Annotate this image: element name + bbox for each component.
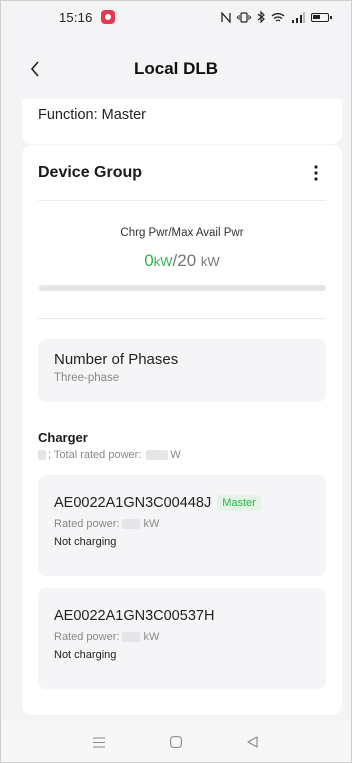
charger-serial-row: AE0022A1GN3C00537H — [54, 588, 310, 624]
power-summary: Chrg Pwr/Max Avail Pwr 0kW/20 kW — [38, 201, 326, 319]
redacted-total-power — [146, 450, 169, 460]
header: Local DLB — [1, 49, 351, 89]
back-button[interactable] — [23, 57, 47, 81]
current-power-unit: kW — [153, 254, 173, 269]
max-power-unit: kW — [200, 254, 220, 269]
charger-rated-power: Rated power: kW — [54, 631, 310, 643]
charger-item[interactable]: AE0022A1GN3C00448J Master Rated power: k… — [38, 475, 326, 576]
status-time: 15:16 — [59, 9, 93, 25]
charger-status: Not charging — [54, 649, 117, 661]
bluetooth-icon — [257, 11, 265, 23]
chevron-left-icon — [30, 61, 39, 77]
rated-power-label: Rated power: — [54, 631, 120, 643]
phases-title: Number of Phases — [54, 351, 179, 368]
rated-power-unit: kW — [143, 518, 160, 530]
charger-summary: ; Total rated power: W — [38, 449, 326, 461]
charger-item[interactable]: AE0022A1GN3C00537H Rated power: kW Not c… — [38, 588, 326, 689]
vibrate-icon — [237, 11, 251, 23]
phases-item[interactable]: Number of Phases Three-phase — [38, 339, 326, 402]
app-screen: 15:16 Local DLB Function: Master Device … — [0, 0, 352, 763]
charger-serial-row: AE0022A1GN3C00448J Master — [54, 475, 310, 511]
wifi-icon — [271, 12, 285, 22]
device-group-card: Device Group Chrg Pwr/Max Avail Pwr 0kW/… — [22, 145, 342, 715]
nfc-icon — [221, 11, 231, 23]
phases-value: Three-phase — [54, 372, 120, 384]
system-back-button[interactable] — [241, 730, 265, 754]
more-options-button[interactable] — [306, 161, 326, 185]
charger-status: Not charging — [54, 536, 117, 548]
charger-rated-power: Rated power: kW — [54, 518, 310, 530]
function-card: Function: Master — [22, 99, 342, 144]
system-menu-button[interactable] — [87, 730, 111, 754]
device-group-title: Device Group — [38, 163, 143, 181]
system-nav-bar — [1, 720, 351, 762]
power-value: 0kW/20 kW — [38, 251, 326, 271]
system-home-button[interactable] — [164, 730, 188, 754]
redacted-count — [38, 450, 46, 460]
charger-summary-suffix: W — [170, 449, 181, 461]
charger-serial: AE0022A1GN3C00537H — [54, 608, 215, 624]
function-label: Function: Master — [38, 107, 146, 123]
notification-app-icon — [100, 10, 115, 24]
rated-power-label: Rated power: — [54, 518, 120, 530]
status-icons — [221, 11, 332, 23]
signal-icon — [292, 11, 305, 23]
charger-serial: AE0022A1GN3C00448J — [54, 495, 212, 511]
menu-icon — [93, 736, 106, 748]
status-bar: 15:16 — [1, 1, 351, 33]
charger-summary-prefix: ; Total rated power: — [48, 449, 142, 461]
device-group-header: Device Group — [38, 145, 326, 201]
home-icon — [170, 736, 182, 748]
more-vertical-icon — [314, 164, 318, 181]
max-power-value: 20 — [177, 251, 197, 270]
master-badge: Master — [217, 495, 261, 511]
power-progress-bar — [38, 285, 326, 291]
power-label: Chrg Pwr/Max Avail Pwr — [120, 227, 244, 239]
back-triangle-icon — [247, 736, 258, 748]
current-power-value: 0 — [144, 251, 154, 270]
charger-section-title: Charger — [38, 430, 88, 445]
page-title: Local DLB — [133, 59, 219, 78]
redacted-rated-power — [122, 519, 141, 529]
rated-power-unit: kW — [143, 631, 160, 643]
battery-icon — [311, 12, 332, 22]
redacted-rated-power — [122, 632, 141, 642]
